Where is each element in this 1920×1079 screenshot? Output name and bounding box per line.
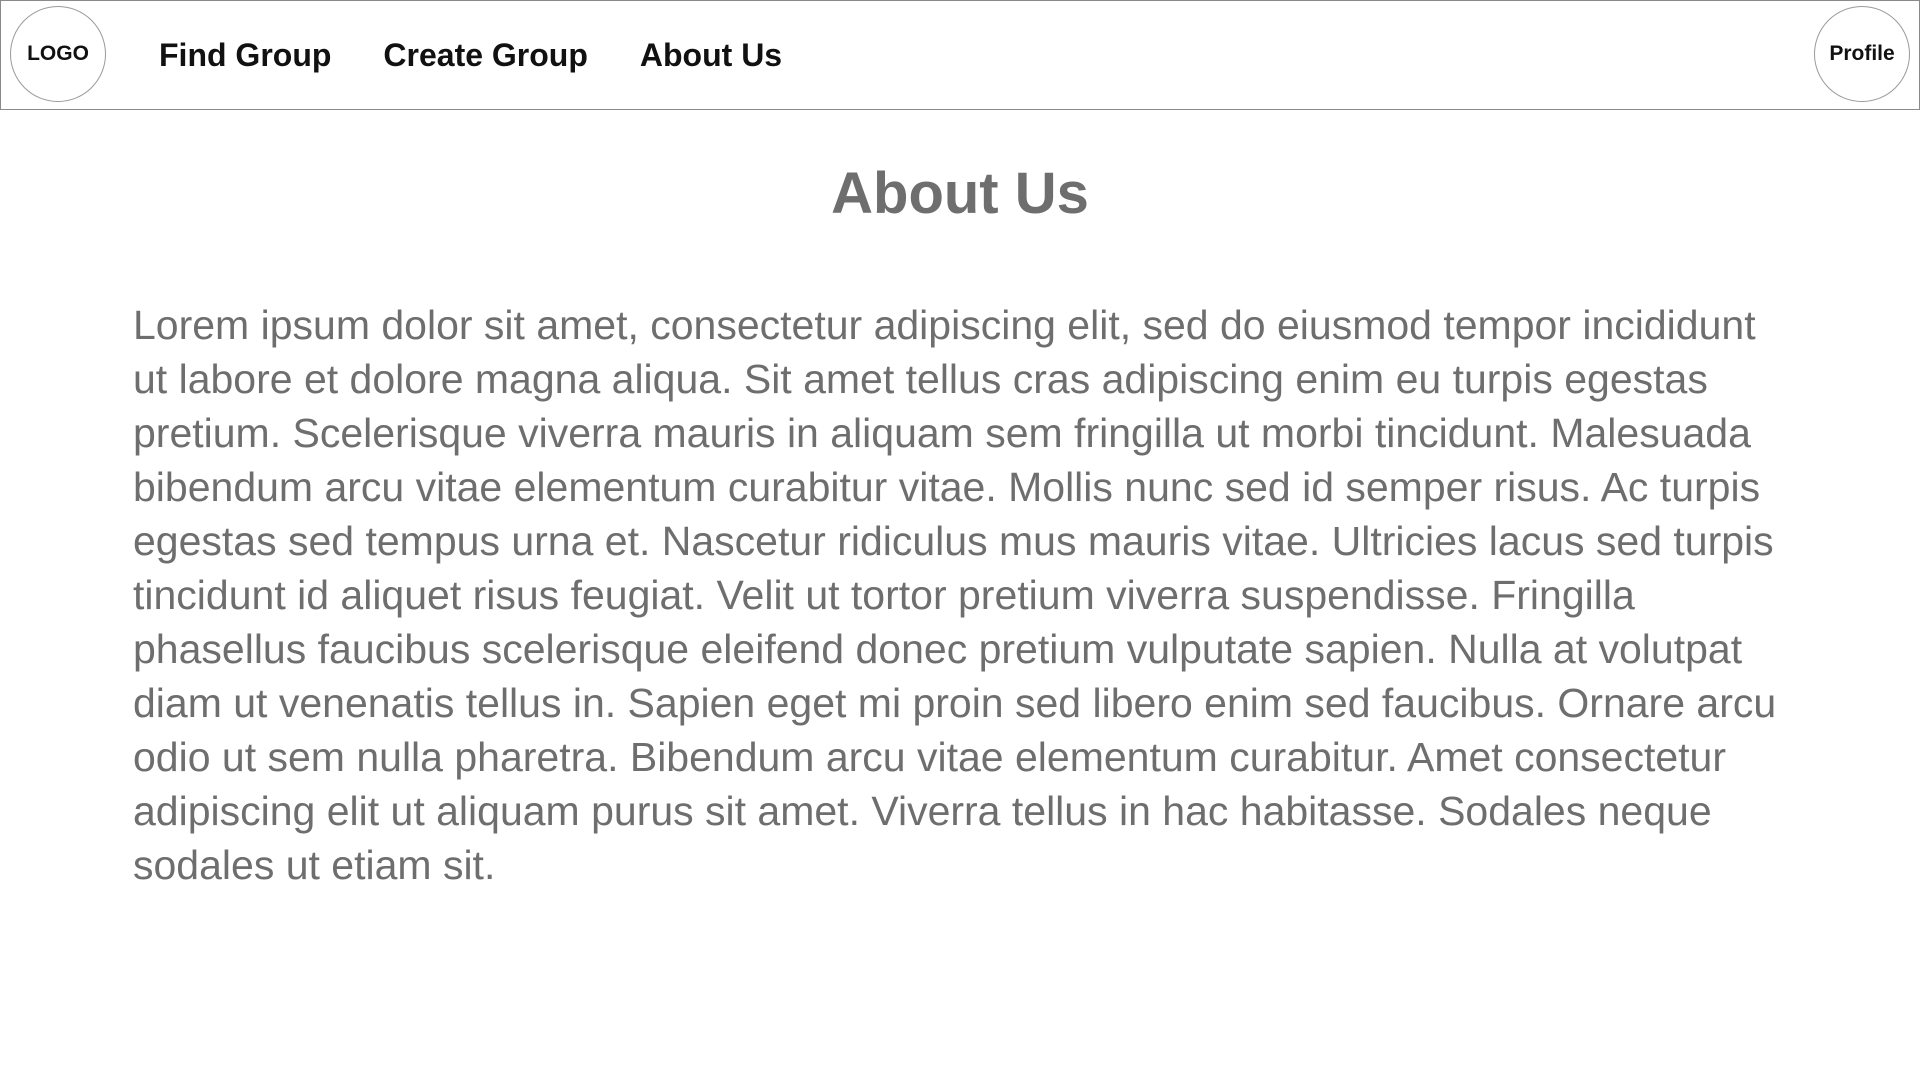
top-navbar: LOGO Find Group Create Group About Us Pr…: [0, 0, 1920, 110]
profile-label: Profile: [1829, 42, 1895, 65]
logo[interactable]: LOGO: [10, 6, 106, 102]
page-title: About Us: [831, 161, 1089, 226]
nav-find-group[interactable]: Find Group: [159, 37, 331, 74]
nav-about-us[interactable]: About Us: [640, 37, 782, 74]
logo-label: LOGO: [27, 42, 89, 65]
about-paragraph: Lorem ipsum dolor sit amet, consectetur …: [133, 302, 1777, 888]
main-nav: Find Group Create Group About Us: [159, 1, 834, 109]
nav-create-group[interactable]: Create Group: [383, 37, 587, 74]
profile-button[interactable]: Profile: [1814, 6, 1910, 102]
